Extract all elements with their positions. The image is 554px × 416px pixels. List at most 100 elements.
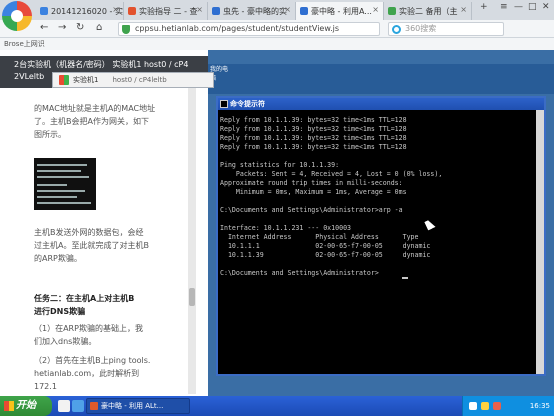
paragraph: （2）首先在主机B上ping tools. hetianlab.com，此时解析… <box>34 354 156 393</box>
security-shield-icon <box>122 25 130 34</box>
paragraph: （1）在ARP欺骗的基础上，我 们加入dns欺骗。 <box>34 322 156 348</box>
text-line: 了。主机B会把A作为网关，如下 <box>34 117 149 126</box>
text-line: hetianlab.com，此时解析到172.1 <box>34 369 140 391</box>
tab-close-icon[interactable]: × <box>460 5 467 14</box>
browser-logo-icon[interactable] <box>2 1 32 31</box>
tab-close-icon[interactable]: × <box>196 5 203 14</box>
new-tab-icon[interactable]: + <box>480 2 488 12</box>
windows-flag-icon <box>59 75 69 85</box>
text-line: 过主机A。至此就完成了对主机B <box>34 241 149 250</box>
quicklaunch-browser-icon[interactable] <box>72 400 84 412</box>
cmd-line: Reply from 10.1.1.39: bytes=32 time<1ms … <box>220 125 407 133</box>
cmd-line: Approximate round trip times in milli-se… <box>220 179 403 187</box>
screenshot-thumbnail[interactable] <box>34 158 96 210</box>
tab-label: 虫先 - 豪中略的实 <box>223 6 287 16</box>
search-placeholder: 360搜索 <box>405 24 437 33</box>
app-icon <box>90 402 98 410</box>
remote-session-tab[interactable]: 实验机1 host0 / cP4leltb <box>52 72 214 88</box>
search-engine-icon <box>392 25 401 34</box>
remote-tab-path: host0 / cP4leltb <box>112 76 167 84</box>
cmd-title: 命令提示符 <box>230 100 265 108</box>
close-icon[interactable]: ✕ <box>542 2 550 12</box>
paragraph: 主机B发送外网的数据包，会经 过主机A。至此就完成了对主机B 的ARP欺骗。 <box>34 226 156 265</box>
browser-tab-active[interactable]: 豪中略 - 利用A... × <box>296 2 384 20</box>
tab-close-icon[interactable]: × <box>112 5 119 14</box>
tab-close-icon[interactable]: × <box>372 5 379 14</box>
tab-label: 实验二 备用（主 <box>399 6 458 16</box>
cmd-line: Interface: 10.1.1.231 --- 0x10003 <box>220 224 352 232</box>
scrollbar-thumb[interactable] <box>189 288 195 306</box>
cmd-line: Ping statistics for 10.1.1.39: <box>220 161 340 169</box>
text-line: （2）首先在主机B上ping tools. <box>34 356 151 365</box>
security-icon[interactable] <box>493 402 501 410</box>
text-cursor <box>402 277 408 279</box>
start-label: 开始 <box>16 400 36 411</box>
text-line: 进行DNS欺骗 <box>34 307 86 316</box>
reload-icon[interactable]: ↻ <box>76 22 84 33</box>
text-line: 图所示。 <box>34 130 66 139</box>
browser-tab-bar: 20141216020 - 实 × 实验指导 二 - 查 × 虫先 - 豪中略的… <box>0 0 554 20</box>
cmd-line: C:\Documents and Settings\Administrator>… <box>220 206 403 214</box>
tab-favicon <box>128 7 136 15</box>
menu-icon[interactable]: ≡ <box>500 2 508 12</box>
browser-tab[interactable]: 20141216020 - 实 × <box>36 2 124 20</box>
cmd-line: Internet Address Physical Address Type <box>220 233 419 241</box>
browser-tab[interactable]: 实验指导 二 - 查 × <box>124 2 208 20</box>
instruction-panel: 2台实验机（机器名/密码） 实验机1 host0 / cP4 2VLeltb 的… <box>0 50 208 396</box>
address-bar[interactable]: cppsu.hetianlab.com/pages/student/studen… <box>118 22 380 36</box>
bookmark-bar: Brose上网识 <box>0 38 554 50</box>
tab-favicon <box>388 7 396 15</box>
browser-tab[interactable]: 虫先 - 豪中略的实 × <box>208 2 296 20</box>
home-icon[interactable]: ⌂ <box>96 22 102 33</box>
search-input[interactable]: 360搜索 <box>388 22 504 36</box>
minimize-icon[interactable]: — <box>514 2 523 12</box>
command-prompt-window[interactable]: 命令提示符 Reply from 10.1.1.39: bytes=32 tim… <box>216 96 546 376</box>
taskbar-window-button[interactable]: 豪中略 - 利用 ALt... <box>86 398 190 414</box>
browser-toolbar: ← → ↻ ⌂ cppsu.hetianlab.com/pages/studen… <box>0 20 554 38</box>
text-line: 主机B发送外网的数据包，会经 <box>34 228 144 237</box>
network-icon[interactable] <box>469 402 477 410</box>
tab-close-icon[interactable]: × <box>284 5 291 14</box>
maximize-icon[interactable]: □ <box>528 2 537 12</box>
forward-icon[interactable]: → <box>58 22 66 33</box>
screen: 20141216020 - 实 × 实验指导 二 - 查 × 虫先 - 豪中略的… <box>0 0 554 416</box>
cmd-line: Reply from 10.1.1.39: bytes=32 time<1ms … <box>220 143 407 151</box>
windows-logo-icon <box>4 401 14 411</box>
scrollbar-track[interactable] <box>188 78 196 394</box>
tab-favicon <box>40 7 48 15</box>
remote-tab-label: 实验机1 <box>73 76 99 84</box>
bookmark-item[interactable]: Brose上网识 <box>4 40 45 48</box>
cmd-line: 10.1.1.1 02-00-65-f7-00-05 dynamic <box>220 242 431 250</box>
cmd-window-icon <box>220 100 228 108</box>
cmd-line: C:\Documents and Settings\Administrator> <box>220 269 379 277</box>
cmd-line: Reply from 10.1.1.39: bytes=32 time<1ms … <box>220 116 407 124</box>
lab-info-line: 2台实验机（机器名/密码） 实验机1 host0 / cP4 <box>14 60 189 69</box>
text-line: 任务二：在主机A上对主机B <box>34 294 135 303</box>
volume-icon[interactable] <box>481 402 489 410</box>
clock[interactable]: 16:35 <box>530 396 550 416</box>
cmd-output[interactable]: Reply from 10.1.1.39: bytes=32 time<1ms … <box>218 110 544 374</box>
cmd-scrollbar[interactable] <box>536 110 544 374</box>
text-line: 的MAC地址就是主机A的MAC地址 <box>34 104 156 113</box>
remote-toolbar <box>208 64 554 94</box>
cmd-line: Reply from 10.1.1.39: bytes=32 time<1ms … <box>220 134 407 142</box>
tab-label: 豪中略 - 利用A... <box>311 6 372 16</box>
text-line: 的ARP欺骗。 <box>34 254 82 263</box>
tab-label: 实验指导 二 - 查 <box>139 6 198 16</box>
system-tray: 16:35 <box>462 396 554 416</box>
remote-desktop[interactable]: 我的电脑 命令提示符 Reply from 10.1.1.39: bytes=3… <box>208 50 554 396</box>
text-line: 们加入dns欺骗。 <box>34 337 97 346</box>
start-button[interactable]: 开始 <box>0 396 52 416</box>
taskbar-window-label: 豪中略 - 利用 ALt... <box>101 402 164 410</box>
text-line: （1）在ARP欺骗的基础上，我 <box>34 324 143 333</box>
browser-tab[interactable]: 实验二 备用（主 × <box>384 2 472 20</box>
cmd-line: Minimum = 0ms, Maximum = 1ms, Average = … <box>220 188 407 196</box>
back-icon[interactable]: ← <box>40 22 48 33</box>
url-text: cppsu.hetianlab.com/pages/student/studen… <box>135 24 340 33</box>
cmd-line: Packets: Sent = 4, Received = 4, Lost = … <box>220 170 443 178</box>
cmd-title-bar[interactable]: 命令提示符 <box>218 98 544 110</box>
cmd-line: 10.1.1.39 02-00-65-f7-00-05 dynamic <box>220 251 431 259</box>
quicklaunch-desktop-icon[interactable] <box>58 400 70 412</box>
tab-favicon <box>212 7 220 15</box>
taskbar: 开始 豪中略 - 利用 ALt... 16:35 <box>0 396 554 416</box>
